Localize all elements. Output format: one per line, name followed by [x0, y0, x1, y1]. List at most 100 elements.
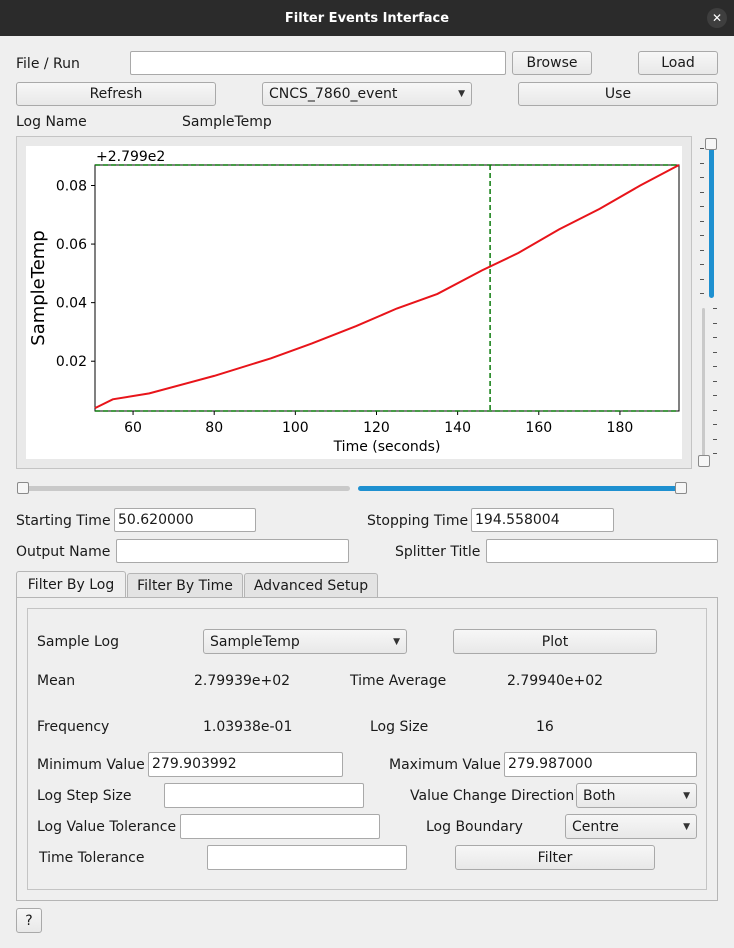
log-size-label: Log Size	[370, 719, 429, 735]
refresh-button[interactable]: Refresh	[16, 82, 216, 106]
value-change-direction-label: Value Change Direction	[410, 788, 575, 804]
minimum-value-input[interactable]: 279.903992	[148, 752, 343, 777]
slider-tick	[700, 206, 704, 207]
log-boundary-combo[interactable]: Centre ▼	[565, 814, 697, 839]
slider-tick	[700, 191, 704, 193]
y-tick-label: 0.04	[56, 296, 87, 312]
stopping-time-input[interactable]: 194.558004	[471, 508, 614, 532]
time-average-label: Time Average	[350, 673, 447, 689]
y-axis-label: SampleTemp	[28, 230, 49, 345]
slider-tick	[700, 249, 704, 251]
output-name-input[interactable]	[116, 539, 349, 563]
x-axis-label: Time (seconds)	[333, 439, 441, 455]
slider-tick	[713, 409, 717, 411]
x-tick-label: 60	[124, 420, 142, 436]
output-name-label: Output Name	[16, 544, 111, 560]
workspace-combo-value: CNCS_7860_event	[269, 86, 398, 102]
time-tolerance-label: Time Tolerance	[39, 850, 145, 866]
plot-axes-frame	[94, 164, 680, 412]
x-tick-label: 140	[444, 420, 471, 436]
log-value-tolerance-input[interactable]	[180, 814, 380, 839]
slider-tick	[700, 235, 704, 236]
slider-tick	[700, 220, 704, 222]
browse-button[interactable]: Browse	[512, 51, 592, 75]
tab-advanced-setup[interactable]: Advanced Setup	[244, 573, 378, 597]
file-run-input[interactable]	[130, 51, 506, 75]
horizontal-slider-left-groove[interactable]	[22, 486, 350, 491]
workspace-combo[interactable]: CNCS_7860_event ▼	[262, 82, 472, 106]
y-tick-label: 0.08	[56, 179, 87, 195]
slider-tick	[700, 293, 704, 294]
value-change-direction-value: Both	[583, 787, 616, 804]
use-button[interactable]: Use	[518, 82, 718, 106]
x-tick-label: 100	[282, 420, 309, 436]
horizontal-slider-left-handle[interactable]	[17, 482, 29, 494]
slider-tick	[713, 308, 717, 309]
plot-button[interactable]: Plot	[453, 629, 657, 654]
title-bar: Filter Events Interface	[0, 0, 734, 36]
time-average-value: 2.79940e+02	[507, 673, 604, 689]
chevron-down-icon: ▼	[458, 89, 465, 99]
chevron-down-icon: ▼	[393, 636, 400, 647]
slider-tick	[713, 395, 717, 396]
slider-tick	[700, 264, 704, 265]
sample-log-combo-value: SampleTemp	[210, 633, 300, 650]
help-button[interactable]: ?	[16, 908, 42, 933]
close-button[interactable]: ✕	[707, 8, 727, 28]
sample-temp-chart: 60 80 100 120 140 160 180 0.02 0.04 0.06 0.08 +2.79…	[28, 149, 680, 455]
slider-tick	[713, 453, 717, 454]
slider-tick	[700, 177, 704, 178]
slider-tick	[713, 322, 717, 324]
slider-tick	[713, 438, 717, 440]
x-tick-label: 160	[525, 420, 552, 436]
sample-temp-series-line	[94, 164, 680, 409]
mean-label: Mean	[37, 673, 76, 689]
y-tick-label: 0.06	[56, 237, 87, 253]
horizontal-slider-right-handle[interactable]	[675, 482, 687, 494]
slider-tick	[713, 380, 717, 382]
maximum-value-label: Maximum Value	[389, 757, 501, 773]
time-tolerance-input[interactable]	[207, 845, 407, 870]
frequency-label: Frequency	[37, 719, 110, 735]
x-tick-label: 80	[205, 420, 223, 436]
vertical-slider-ticks	[700, 140, 720, 470]
starting-time-input[interactable]: 50.620000	[114, 508, 256, 532]
slider-tick	[700, 162, 704, 164]
splitter-title-label: Splitter Title	[395, 544, 481, 560]
sample-log-combo[interactable]: SampleTemp ▼	[203, 629, 407, 654]
slider-tick	[713, 424, 717, 425]
stopping-time-label: Stopping Time	[367, 513, 469, 529]
sample-log-label: Sample Log	[37, 634, 119, 650]
log-size-value: 16	[536, 719, 554, 735]
slider-tick	[713, 351, 717, 353]
splitter-title-input[interactable]	[486, 539, 718, 563]
log-name-label: Log Name	[16, 114, 87, 130]
log-value-tolerance-label: Log Value Tolerance	[37, 819, 177, 835]
window-title: Filter Events Interface	[284, 10, 450, 26]
frequency-value: 1.03938e-01	[203, 719, 293, 735]
value-change-direction-combo[interactable]: Both ▼	[576, 783, 697, 808]
slider-tick	[700, 148, 704, 149]
slider-tick	[713, 337, 717, 338]
close-icon: ✕	[711, 11, 723, 25]
load-button[interactable]: Load	[638, 51, 718, 75]
slider-tick	[700, 278, 704, 280]
log-boundary-label: Log Boundary	[426, 819, 523, 835]
chevron-down-icon: ▼	[683, 821, 690, 832]
horizontal-slider-right-groove[interactable]	[358, 486, 684, 491]
log-step-size-label: Log Step Size	[37, 788, 132, 804]
file-run-label: File / Run	[16, 56, 80, 72]
tab-filter-by-log[interactable]: Filter By Log	[16, 571, 126, 598]
tab-filter-by-time[interactable]: Filter By Time	[127, 573, 243, 597]
minimum-value-label: Minimum Value	[37, 757, 145, 773]
maximum-value-input[interactable]: 279.987000	[504, 752, 697, 777]
slider-tick	[713, 366, 717, 367]
plot-canvas: 60 80 100 120 140 160 180 0.02 0.04 0.06 0.08 +2.79…	[26, 146, 682, 459]
filter-button[interactable]: Filter	[455, 845, 655, 870]
log-name-value: SampleTemp	[182, 114, 272, 130]
log-step-size-input[interactable]	[164, 783, 364, 808]
y-tick-label: 0.02	[56, 354, 87, 370]
chevron-down-icon: ▼	[683, 790, 690, 801]
x-tick-label: 180	[607, 420, 634, 436]
starting-time-label: Starting Time	[16, 513, 111, 529]
